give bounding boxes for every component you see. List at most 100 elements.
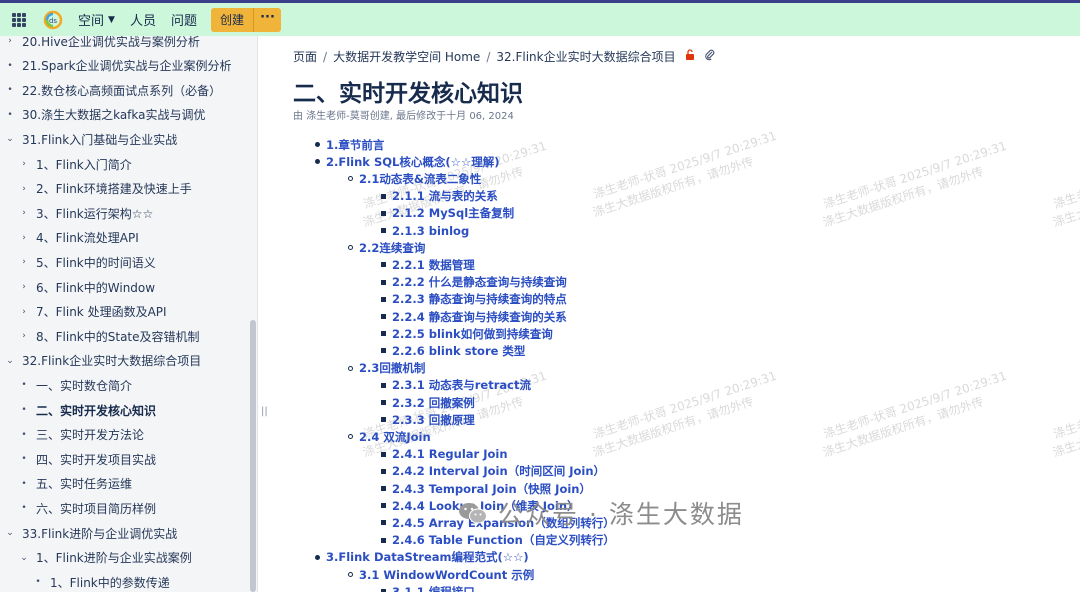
chevron-right-icon[interactable]: › [18, 282, 30, 292]
toc-link[interactable]: 2.3.2 回撤案例 [381, 394, 475, 411]
toc-link-text: 3.1 WindowWordCount 示例 [359, 567, 535, 582]
toc-link[interactable]: 2.2.1 数据管理 [381, 256, 475, 273]
sidebar-tree-item[interactable]: › 3、Flink运行架构☆☆ [18, 203, 153, 223]
chevron-right-icon[interactable]: › [18, 233, 30, 243]
sidebar-tree-item-label: 3、Flink运行架构☆☆ [36, 206, 154, 221]
toc-link-text: 2.2.3 静态查询与持续查询的特点 [392, 292, 567, 307]
toc-link[interactable]: 2.2.2 什么是静态查询与持续查询 [381, 274, 567, 291]
nav-issues[interactable]: 问题 [171, 10, 197, 29]
sidebar-scrollbar[interactable] [250, 320, 256, 592]
sidebar-tree-item[interactable]: › 5、Flink中的时间语义 [18, 252, 156, 272]
chevron-right-icon[interactable]: › [18, 159, 30, 169]
sidebar-tree-item-label: 32.Flink企业实时大数据综合项目 [22, 354, 202, 369]
page-title: 二、实时开发核心知识 [293, 81, 523, 107]
sidebar-tree-item[interactable]: • 五、实时任务运维 [18, 474, 132, 494]
toc-link[interactable]: 2.3.1 动态表与retract流 [381, 377, 531, 394]
sidebar-tree-item-label: 21.Spark企业调优实战与企业案例分析 [22, 59, 232, 74]
confluence-logo-icon[interactable]: ds [43, 10, 63, 30]
breadcrumb-item-parent-page[interactable]: 32.Flink企业实时大数据综合项目 [496, 48, 675, 65]
unlock-icon[interactable] [684, 49, 696, 64]
sidebar-tree-item[interactable]: • 二、实时开发核心知识 [18, 400, 156, 420]
bullet-icon [381, 314, 386, 319]
toc-link-text: 2.Flink SQL核心概念(☆☆理解) [326, 154, 500, 169]
sidebar-tree-item[interactable]: › 1、Flink入门简介 [18, 154, 132, 174]
chevron-right-icon[interactable]: › [18, 208, 30, 218]
copyright-watermark: 涤生老师-状哥 2025/9/7 20:29:31 [591, 368, 779, 442]
bullet-icon [381, 262, 386, 268]
breadcrumb: 页面 / 大数据开发教学空间 Home / 32.Flink企业实时大数据综合项… [293, 48, 716, 65]
bullet-icon [381, 400, 386, 405]
sidebar-tree-item[interactable]: • 三、实时开发方法论 [18, 425, 144, 445]
sidebar-tree-item[interactable]: › 4、Flink流处理API [18, 228, 139, 248]
sidebar-tree-item[interactable]: • 一、实时数仓简介 [18, 375, 132, 395]
toc-link[interactable]: 2.1.2 MySql主备复制 [381, 205, 514, 222]
breadcrumb-item-space-home[interactable]: 大数据开发教学空间 Home [333, 48, 480, 65]
app-switcher-icon[interactable] [12, 12, 26, 27]
create-more-button[interactable]: ··· [252, 7, 281, 32]
sidebar-tree-item[interactable]: • 30.涤生大数据之kafka实战与调优 [4, 105, 205, 125]
toc-link[interactable]: 2.4.2 Interval Join（时间区间 Join） [381, 463, 605, 480]
toc-link-text: 2.4.1 Regular Join [392, 447, 508, 462]
create-button[interactable]: 创建 [210, 7, 253, 32]
toc-link[interactable]: 2.2.3 静态查询与持续查询的特点 [381, 291, 567, 308]
sidebar-tree-item[interactable]: › 2、Flink环境搭建及快速上手 [18, 179, 192, 199]
sidebar-tree-item[interactable]: ⌄ 1、Flink进阶与企业实战案例 [18, 548, 192, 568]
toc-link-text: 2.4.6 Table Function（自定义列转行） [392, 533, 615, 548]
sidebar-tree-item[interactable]: • 六、实时项目简历样例 [18, 498, 156, 518]
toc-link[interactable]: 2.1.1 流与表的关系 [381, 188, 498, 205]
copyright-watermark: 涤生大数据版权所有，请勿外传 [591, 154, 756, 220]
sidebar-tree-item[interactable]: ⌄ 33.Flink进阶与企业调优实战 [4, 523, 177, 543]
toc-link[interactable]: 3.1.1 编程接口 [381, 583, 475, 592]
breadcrumb-item-pages[interactable]: 页面 [293, 48, 317, 65]
toc-link-text: 2.4.2 Interval Join（时间区间 Join） [392, 464, 606, 479]
sidebar-tree-item[interactable]: ⌄ 32.Flink企业实时大数据综合项目 [4, 351, 201, 371]
toc-link[interactable]: 2.4.1 Regular Join [381, 446, 508, 463]
chevron-down-icon[interactable]: ⌄ [18, 553, 30, 563]
chevron-right-icon[interactable]: › [18, 257, 30, 267]
toc-link[interactable]: 2.1.3 binlog [381, 222, 469, 239]
sidebar-tree-item[interactable]: • 四、实时开发项目实战 [18, 449, 156, 469]
toc-link[interactable]: 3.1 WindowWordCount 示例 [348, 566, 534, 583]
toc-link[interactable]: 2.4.6 Table Function（自定义列转行） [381, 532, 615, 549]
chevron-down-icon[interactable]: ⌄ [4, 528, 16, 538]
sidebar-tree-item[interactable]: › 7、Flink 处理函数及API [18, 302, 166, 322]
toc-link[interactable]: 2.2.5 blink如何做到持续查询 [381, 325, 553, 342]
chevron-right-icon[interactable]: › [4, 36, 16, 46]
toc-link[interactable]: 2.Flink SQL核心概念(☆☆理解) [315, 153, 499, 170]
chevron-right-icon[interactable]: › [18, 307, 30, 317]
sidebar-tree-item[interactable]: › 6、Flink中的Window [18, 277, 155, 297]
sidebar-tree-item[interactable]: › 20.Hive企业调优实战与案例分析 [4, 36, 200, 51]
chevron-down-icon[interactable]: ⌄ [4, 356, 16, 366]
copyright-watermark: 涤生老师-状哥 2025/9/7 20:29:31 [821, 368, 1009, 442]
toc-link[interactable]: 2.1动态表&流表二象性 [348, 170, 481, 187]
toc-link[interactable]: 2.2.6 blink store 类型 [381, 342, 525, 359]
toc-link-text: 2.2.2 什么是静态查询与持续查询 [392, 275, 567, 290]
bullet-icon: • [21, 405, 27, 415]
toc-link[interactable]: 2.2.4 静态查询与持续查询的关系 [381, 308, 567, 325]
bullet-icon: • [21, 454, 27, 465]
toc-link[interactable]: 2.2连续查询 [348, 239, 425, 256]
sidebar-tree-item[interactable]: › 8、Flink中的State及容错机制 [18, 326, 199, 346]
chevron-right-icon[interactable]: › [18, 184, 30, 194]
toc-link[interactable]: 2.3回撤机制 [348, 360, 425, 377]
sidebar-tree-item-label: 20.Hive企业调优实战与案例分析 [22, 36, 200, 49]
sidebar-tree-item-label: 33.Flink进阶与企业调优实战 [22, 526, 178, 541]
sidebar-tree-item-label: 五、实时任务运维 [36, 477, 133, 492]
toc-link[interactable]: 3.Flink DataStream编程范式(☆☆) [315, 549, 529, 566]
toc-link-text: 2.2连续查询 [359, 240, 426, 255]
nav-people[interactable]: 人员 [130, 10, 156, 29]
sidebar-tree-item[interactable]: • 1、Flink中的参数传递 [32, 572, 169, 592]
chevron-down-icon[interactable]: ⌄ [4, 134, 16, 144]
toc-link[interactable]: 2.4 双流Join [348, 428, 431, 445]
toc-link-text: 2.2.5 blink如何做到持续查询 [392, 326, 553, 341]
toc-link[interactable]: 2.3.3 回撤原理 [381, 411, 475, 428]
nav-spaces[interactable]: 空间 ▼ [78, 10, 115, 29]
chevron-right-icon[interactable]: › [18, 331, 30, 341]
sidebar-tree-item[interactable]: • 21.Spark企业调优实战与企业案例分析 [4, 56, 232, 76]
bullet-icon: • [21, 478, 27, 489]
sidebar-tree-item[interactable]: ⌄ 31.Flink入门基础与企业实战 [4, 129, 177, 149]
sidebar-tree-item[interactable]: • 22.数仓核心高频面试点系列（必备） [4, 80, 221, 100]
attachment-icon[interactable] [704, 49, 716, 64]
bullet-icon [381, 228, 386, 233]
toc-link[interactable]: 1.章节前言 [315, 136, 384, 153]
